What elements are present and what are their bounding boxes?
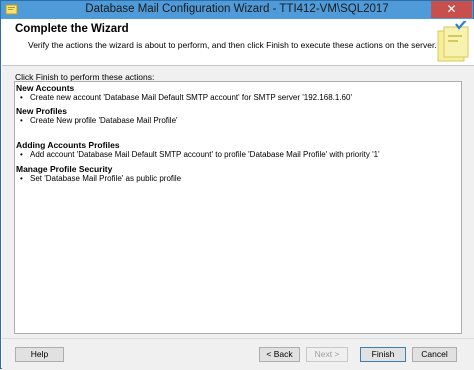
section-title: New Accounts — [16, 83, 75, 93]
section-title: Adding Accounts Profiles — [16, 140, 120, 150]
back-button[interactable]: < Back — [259, 347, 300, 362]
actions-report[interactable]: New Accounts • Create new account 'Databa… — [14, 81, 462, 334]
window-title: Database Mail Configuration Wizard - TTI… — [85, 3, 389, 15]
page-subtitle: Verify the actions the wizard is about t… — [28, 40, 437, 50]
wizard-window: Database Mail Configuration Wizard - TTI… — [0, 0, 474, 370]
wizard-footer: Help < Back Next > Finish Cancel — [2, 338, 474, 370]
bullet-icon: • — [20, 150, 23, 159]
section-adding-accounts-profiles: Adding Accounts Profiles • Add account 'D… — [16, 140, 380, 160]
section-new-accounts: New Accounts • Create new account 'Databa… — [16, 83, 352, 103]
action-item: • Set 'Database Mail Profile' as public p… — [20, 174, 182, 183]
section-new-profiles: New Profiles • Create New profile 'Databa… — [16, 106, 178, 126]
bullet-icon: • — [20, 93, 23, 102]
section-title: New Profiles — [16, 106, 68, 116]
next-button[interactable]: Next > — [306, 347, 348, 362]
close-icon: ✕ — [446, 2, 457, 16]
title-bar[interactable]: Database Mail Configuration Wizard - TTI… — [1, 1, 473, 19]
wizard-header: Complete the Wizard Verify the actions t… — [2, 19, 474, 66]
action-item: • Create new account 'Database Mail Defau… — [20, 93, 352, 102]
close-button[interactable]: ✕ — [431, 1, 472, 18]
wizard-check-graphic-icon — [422, 19, 472, 63]
action-item: • Add account 'Database Mail Default SMTP… — [20, 150, 380, 159]
bullet-icon: • — [20, 174, 23, 183]
finish-button[interactable]: Finish — [360, 347, 406, 362]
cancel-button[interactable]: Cancel — [412, 347, 457, 362]
section-manage-profile-security: Manage Profile Security • Set 'Database M… — [16, 164, 181, 184]
page-title: Complete the Wizard — [15, 23, 129, 35]
help-button[interactable]: Help — [15, 347, 64, 362]
action-item: • Create New profile 'Database Mail Profi… — [20, 116, 178, 125]
wizard-content: Click Finish to perform these actions: N… — [2, 66, 474, 338]
section-title: Manage Profile Security — [16, 164, 113, 174]
bullet-icon: • — [20, 116, 23, 125]
